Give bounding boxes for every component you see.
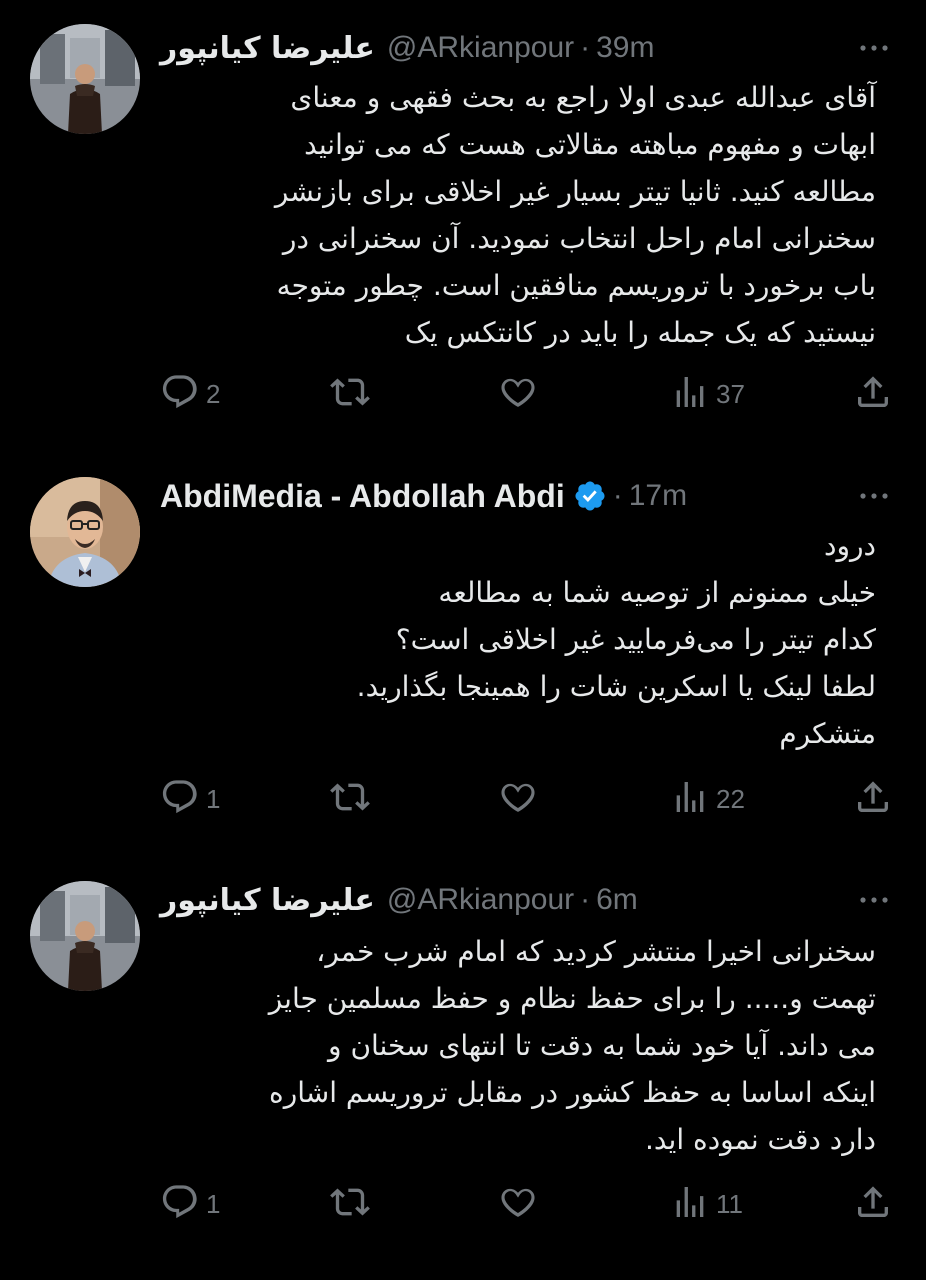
handle[interactable]: @ARkianpour [387,883,574,917]
display-name[interactable]: AbdiMedia - Abdollah Abdi [160,478,565,515]
timestamp[interactable]: 39m [596,31,654,65]
tweet-text: سخنرانی اخیرا منتشر کردید که امام شرب خم… [268,935,876,1156]
action-bar: 1 22 [0,774,926,824]
share-button[interactable] [853,774,893,824]
views-count: 22 [716,783,745,814]
views-count: 37 [716,378,745,409]
views-count: 11 [716,1188,743,1219]
like-button[interactable] [498,1179,544,1229]
timestamp[interactable]: 17m [629,479,687,513]
share-icon [853,372,893,416]
handle[interactable]: @ARkianpour [387,31,574,65]
separator: · [580,883,591,916]
separator: · [612,479,623,512]
views-button[interactable]: 37 [670,369,745,419]
tweet-text: درود خیلی ممنونم از توصیه شما به مطالعه … [356,529,876,750]
retweet-button[interactable] [330,369,376,419]
avatar[interactable] [30,24,140,134]
more-icon[interactable] [854,472,894,520]
share-button[interactable] [853,369,893,419]
reply-count: 1 [206,783,221,814]
timestamp[interactable]: 6m [596,883,638,917]
reply-button[interactable]: 1 [160,774,220,824]
avatar[interactable] [30,881,140,991]
share-button[interactable] [853,1179,893,1229]
more-icon[interactable] [854,24,894,72]
retweet-button[interactable] [330,1179,376,1229]
views-icon [670,777,710,821]
reply-icon [160,777,200,821]
tweet-1[interactable]: علیرضا کیانپور @ARkianpour · 39m آقای عب… [0,24,926,424]
action-bar: 1 11 [0,1179,926,1229]
retweet-icon [330,1182,370,1226]
heart-icon [498,372,538,416]
action-bar: 2 37 [0,369,926,419]
separator: · [580,31,591,64]
reply-count: 2 [206,378,221,409]
views-button[interactable]: 22 [670,774,745,824]
reply-icon [160,372,200,416]
views-button[interactable]: 11 [670,1179,743,1229]
reply-icon [160,1182,200,1226]
verified-badge-icon [573,479,607,513]
reply-count: 1 [206,1188,221,1219]
retweet-button[interactable] [330,774,376,824]
share-icon [853,1182,893,1226]
retweet-icon [330,372,370,416]
avatar[interactable] [30,477,140,587]
tweet-2[interactable]: AbdiMedia - Abdollah Abdi · 17m درود خیل… [0,472,926,832]
display-name[interactable]: علیرضا کیانپور [160,883,375,918]
views-icon [670,372,710,416]
reply-button[interactable]: 1 [160,1179,220,1229]
heart-icon [498,1182,538,1226]
tweet-3[interactable]: علیرضا کیانپور @ARkianpour · 6m سخنرانی … [0,876,926,1246]
share-icon [853,777,893,821]
like-button[interactable] [498,774,544,824]
more-icon[interactable] [854,876,894,924]
heart-icon [498,777,538,821]
reply-button[interactable]: 2 [160,369,220,419]
display-name[interactable]: علیرضا کیانپور [160,31,375,66]
views-icon [670,1182,710,1226]
tweet-text: آقای عبدالله عبدی اولا راجع به بحث فقهی … [274,81,876,349]
retweet-icon [330,777,370,821]
like-button[interactable] [498,369,544,419]
